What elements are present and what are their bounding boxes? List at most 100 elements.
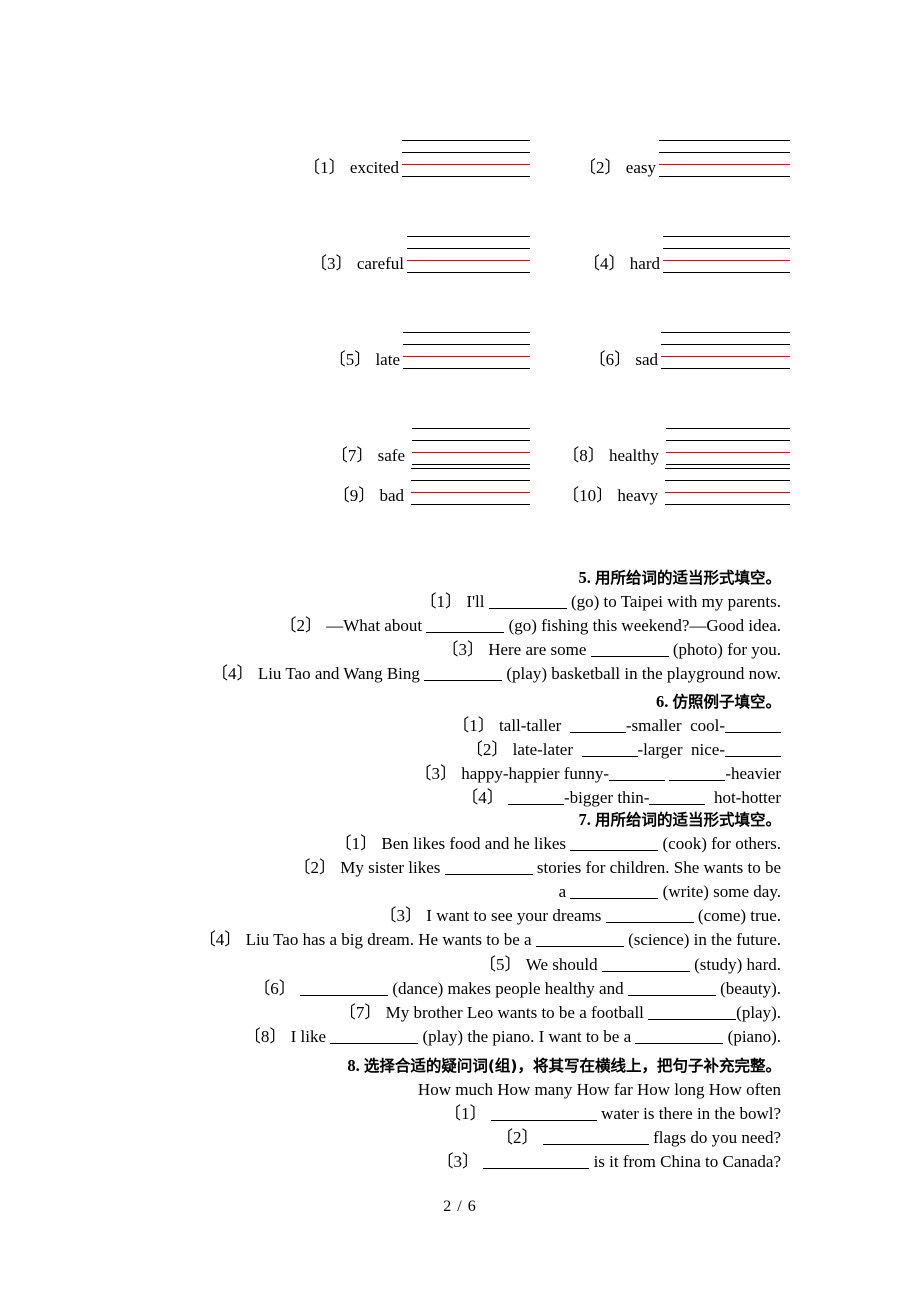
answer-blank[interactable]: [605, 922, 694, 924]
answer-blank[interactable]: [581, 756, 638, 758]
section-7-item-3: 〔3〕 I want to see your dreams (come) tru…: [379, 906, 781, 926]
answer-blank[interactable]: [508, 804, 564, 806]
section-7-item-4: 〔4〕 Liu Tao has a big dream. He wants to…: [198, 930, 781, 950]
worksheet-page: 〔1〕 excited 〔2〕 easy 〔3〕 careful 〔4〕 har…: [0, 0, 920, 1302]
word-row: 〔5〕 late 〔6〕 sad: [140, 274, 790, 370]
word-row: 〔3〕 careful 〔4〕 hard: [140, 178, 790, 274]
answer-lines[interactable]: [411, 468, 530, 506]
answer-line[interactable]: [402, 152, 530, 153]
answer-line[interactable]: [411, 504, 530, 505]
answer-line[interactable]: [402, 140, 530, 141]
answer-line[interactable]: [407, 272, 530, 273]
answer-line[interactable]: [659, 176, 790, 177]
answer-blank[interactable]: [570, 849, 659, 851]
answer-blank[interactable]: [649, 804, 706, 806]
page-number-footer: 2 / 6: [443, 1198, 477, 1215]
answer-line[interactable]: [663, 248, 790, 249]
answer-line[interactable]: [665, 480, 790, 481]
answer-line[interactable]: [663, 236, 790, 237]
answer-line[interactable]: [665, 504, 790, 505]
answer-line[interactable]: [659, 140, 790, 141]
section-8-item-2: 〔2〕 flags do you need?: [496, 1128, 781, 1148]
answer-line[interactable]: [402, 176, 530, 177]
section-7-item-1: 〔1〕 Ben likes food and he likes (cook) f…: [334, 833, 781, 853]
answer-line[interactable]: [661, 332, 790, 333]
answer-blank[interactable]: [424, 680, 503, 682]
answer-blank[interactable]: [542, 1144, 649, 1146]
answer-line-red[interactable]: [661, 356, 790, 357]
answer-line-red[interactable]: [666, 452, 790, 453]
section-5-item-2: 〔2〕 —What about (go) fishing this weeken…: [279, 616, 781, 636]
answer-blank[interactable]: [444, 874, 533, 876]
answer-blank[interactable]: [300, 994, 389, 996]
answer-line-red[interactable]: [411, 492, 530, 493]
word-row: 〔7〕 safe 〔8〕 healthy: [140, 370, 790, 466]
answer-lines[interactable]: [665, 468, 790, 506]
section-7-item-2: 〔2〕 My sister likes stories for children…: [293, 858, 781, 878]
answer-line[interactable]: [661, 368, 790, 369]
answer-blank[interactable]: [426, 632, 505, 634]
answer-blank[interactable]: [490, 1120, 597, 1122]
section-6-item-4: 〔4〕 -bigger thin- hot-hotter: [461, 788, 781, 808]
answer-line[interactable]: [403, 344, 530, 345]
answer-line[interactable]: [403, 332, 530, 333]
section-7-item-5: 〔5〕 We should (study) hard.: [479, 954, 781, 974]
answer-blank[interactable]: [648, 1018, 737, 1020]
answer-blank[interactable]: [483, 1168, 590, 1170]
answer-blank[interactable]: [535, 946, 624, 948]
answer-blank[interactable]: [669, 780, 726, 782]
section-8-heading: 8. 选择合适的疑问词(组)，将其写在横线上，把句子补充完整。: [347, 1056, 781, 1075]
answer-blank[interactable]: [609, 780, 666, 782]
answer-lines[interactable]: [407, 236, 530, 274]
answer-blank[interactable]: [725, 756, 781, 758]
answer-blank[interactable]: [627, 994, 716, 996]
answer-lines[interactable]: [403, 332, 530, 370]
answer-blank[interactable]: [601, 970, 690, 972]
answer-line[interactable]: [411, 480, 530, 481]
answer-line[interactable]: [665, 468, 790, 469]
answer-line-red[interactable]: [403, 356, 530, 357]
answer-lines[interactable]: [402, 140, 530, 178]
answer-line[interactable]: [661, 344, 790, 345]
word-item-label: 〔3〕 careful: [310, 254, 404, 273]
section-6-item-2: 〔2〕 late-later -larger nice-: [139, 738, 781, 762]
answer-lines[interactable]: [412, 428, 530, 466]
answer-line-red[interactable]: [402, 164, 530, 165]
word-item-label: 〔2〕 easy: [579, 158, 656, 177]
section-5-item-4: 〔4〕 Liu Tao and Wang Bing (play) basketb…: [211, 664, 781, 684]
answer-line[interactable]: [412, 428, 530, 429]
answer-line[interactable]: [407, 236, 530, 237]
answer-lines[interactable]: [666, 428, 790, 466]
answer-line-red[interactable]: [663, 260, 790, 261]
section-6-heading: 6. 仿照例子填空。: [655, 692, 781, 711]
answer-line[interactable]: [403, 368, 530, 369]
answer-blank[interactable]: [725, 731, 781, 733]
answer-line[interactable]: [659, 152, 790, 153]
answer-line[interactable]: [666, 428, 790, 429]
word-item-9: 〔9〕 bad: [140, 466, 540, 506]
answer-line-red[interactable]: [659, 164, 790, 165]
answer-blank[interactable]: [569, 731, 626, 733]
section-5-item-1: 〔1〕 I'll (go) to Taipei with my parents.: [419, 591, 781, 611]
answer-line-red[interactable]: [412, 452, 530, 453]
answer-blank[interactable]: [570, 898, 659, 900]
answer-line[interactable]: [411, 468, 530, 469]
section-6: 6. 仿照例子填空。 〔1〕 tall-taller -smaller cool…: [139, 690, 781, 810]
answer-lines[interactable]: [661, 332, 790, 370]
answer-blank[interactable]: [635, 1042, 724, 1044]
answer-line[interactable]: [407, 248, 530, 249]
answer-line[interactable]: [666, 440, 790, 441]
answer-line-red[interactable]: [407, 260, 530, 261]
answer-line[interactable]: [666, 464, 790, 465]
section-6-item-1: 〔1〕 tall-taller -smaller cool-: [139, 714, 781, 738]
word-row: 〔1〕 excited 〔2〕 easy: [140, 112, 790, 178]
answer-line[interactable]: [412, 440, 530, 441]
answer-blank[interactable]: [488, 607, 567, 609]
answer-blank[interactable]: [330, 1042, 419, 1044]
answer-blank[interactable]: [590, 656, 669, 658]
answer-lines[interactable]: [663, 236, 790, 274]
answer-line[interactable]: [663, 272, 790, 273]
answer-lines[interactable]: [659, 140, 790, 178]
answer-line[interactable]: [412, 464, 530, 465]
answer-line-red[interactable]: [665, 492, 790, 493]
